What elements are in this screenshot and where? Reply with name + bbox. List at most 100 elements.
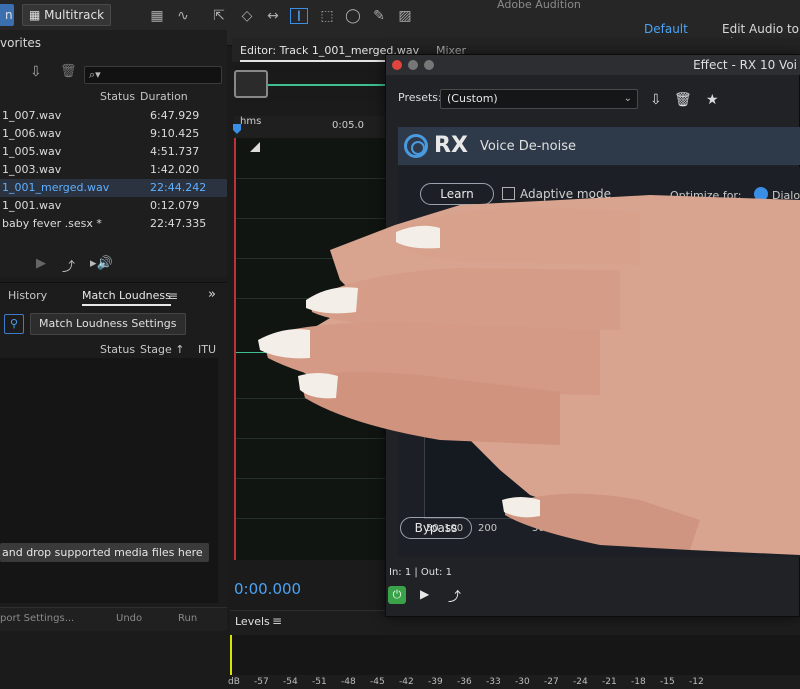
panel-menu-icon[interactable]: ≡ xyxy=(272,614,282,628)
db-tick: -33 xyxy=(486,677,501,687)
db-scale: dB -57 -54 -51 -48 -45 -42 -39 -36 -33 -… xyxy=(228,677,800,689)
expand-panels-icon[interactable]: » xyxy=(208,287,216,302)
app-title: Adobe Audition xyxy=(497,0,581,11)
slip-tool-icon[interactable]: ↔ xyxy=(264,8,282,24)
razor-tool-icon[interactable]: ◇ xyxy=(238,8,256,24)
multitrack-button[interactable]: ▦ Multitrack xyxy=(22,4,112,26)
column-itu[interactable]: ITU xyxy=(198,343,216,356)
file-row[interactable]: 1_005.wav 4:51.737 xyxy=(0,143,227,161)
column-duration[interactable]: Duration xyxy=(140,90,188,103)
search-input[interactable]: ⌕▾ xyxy=(84,66,222,84)
db-tick: -54 xyxy=(283,677,298,687)
spot-healing-tool-icon[interactable]: ▨ xyxy=(396,8,414,24)
power-toggle-icon[interactable]: ⏻ xyxy=(388,586,406,604)
frequency-view-icon[interactable]: ∿ xyxy=(174,8,192,24)
lasso-tool-icon[interactable]: ◯ xyxy=(344,8,362,24)
spectrum-display[interactable] xyxy=(424,227,800,519)
delete-preset-icon[interactable]: 🗑 xyxy=(674,92,692,108)
workspace-default[interactable]: Default xyxy=(644,22,688,36)
play-icon[interactable]: ▶ xyxy=(36,256,46,271)
file-duration: 22:47.335 xyxy=(150,217,207,230)
match-loudness-panel: History Match Loudness ≡ » ⚲ Match Loudn… xyxy=(0,282,227,607)
adaptive-mode-checkbox[interactable] xyxy=(502,187,515,200)
hud-icon[interactable] xyxy=(250,142,260,152)
freq-tick: 500 xyxy=(532,523,552,534)
file-row[interactable]: 1_003.wav 1:42.020 xyxy=(0,161,227,179)
optimize-for-label: Optimize for: xyxy=(670,189,742,202)
db-tick: -45 xyxy=(370,677,385,687)
freq-tick: 200 xyxy=(478,523,498,534)
export-settings-button[interactable]: port Settings... xyxy=(0,613,74,624)
chevron-down-icon: ⌄ xyxy=(623,93,632,104)
file-row-selected[interactable]: 1_001_merged.wav 22:44.242 xyxy=(0,179,227,197)
match-loudness-settings-button[interactable]: Match Loudness Settings xyxy=(30,313,186,335)
favorites-tab[interactable]: vorites xyxy=(0,36,41,50)
loudness-meter-icon[interactable]: ⚲ xyxy=(4,314,24,334)
bottom-left-bar: port Settings... Undo Run xyxy=(0,607,227,631)
column-stage[interactable]: Stage ↑ xyxy=(140,343,185,356)
file-name: 1_001_merged.wav xyxy=(2,181,110,194)
file-name: 1_003.wav xyxy=(2,163,62,176)
db-tick: -18 xyxy=(631,677,646,687)
minimize-window-icon[interactable] xyxy=(408,60,418,70)
presets-dropdown[interactable]: (Custom) ⌄ xyxy=(440,89,638,109)
levels-panel: Levels ≡ dB -57 -54 -51 -48 -45 -42 -39 … xyxy=(228,610,800,689)
tab-match-loudness[interactable]: Match Loudness xyxy=(82,289,171,306)
level-indicator xyxy=(230,635,232,675)
insert-icon[interactable]: ⤴ xyxy=(62,256,75,275)
waveform-mode-button[interactable]: n xyxy=(0,4,14,26)
file-row[interactable]: 1_007.wav 6:47.929 xyxy=(0,107,227,125)
file-duration: 1:42.020 xyxy=(150,163,200,176)
db-tick: -39 xyxy=(428,677,443,687)
brush-tool-icon[interactable]: ✎ xyxy=(370,8,388,24)
marquee-tool-icon[interactable]: ⬚ xyxy=(318,8,336,24)
plugin-titlebar[interactable]: Effect - RX 10 Voi xyxy=(386,55,800,75)
file-name: baby fever .sesx * xyxy=(2,217,102,230)
close-window-icon[interactable] xyxy=(392,60,402,70)
drop-zone[interactable]: and drop supported media files here xyxy=(0,358,218,603)
import-icon[interactable]: ⇩ xyxy=(30,64,42,80)
time-ruler[interactable]: hms 0:05.0 xyxy=(234,116,394,138)
optimize-radio[interactable] xyxy=(754,187,768,201)
auto-play-speaker-icon[interactable]: ▸🔊 xyxy=(90,256,113,271)
preview-play-icon[interactable]: ▶ xyxy=(420,587,429,601)
zoom-window-icon[interactable] xyxy=(424,60,434,70)
db-tick: -57 xyxy=(254,677,269,687)
column-status[interactable]: Status xyxy=(100,90,135,103)
grid-line xyxy=(236,478,388,479)
waveform-display[interactable] xyxy=(234,138,388,560)
db-tick: -15 xyxy=(660,677,675,687)
db-tick: -51 xyxy=(312,677,327,687)
trash-icon[interactable]: 🗑 xyxy=(60,64,77,79)
column-status[interactable]: Status xyxy=(100,343,135,356)
file-duration: 0:12.079 xyxy=(150,199,200,212)
tab-history[interactable]: History xyxy=(8,289,47,302)
panel-menu-icon[interactable]: ≡ xyxy=(168,289,178,303)
apply-icon[interactable]: ⤴ xyxy=(448,586,461,605)
undo-button[interactable]: Undo xyxy=(116,613,142,624)
current-time-display: 0:00.000 xyxy=(234,580,302,598)
file-duration: 6:47.929 xyxy=(150,109,200,122)
save-preset-icon[interactable]: ⇩ xyxy=(650,92,662,108)
db-tick: -12 xyxy=(689,677,704,687)
move-tool-icon[interactable]: ⇱ xyxy=(210,8,228,24)
zoom-navigator-handle[interactable] xyxy=(234,70,268,98)
file-duration: 9:10.425 xyxy=(150,127,200,140)
rx-brand: RX xyxy=(434,133,468,158)
file-row[interactable]: baby fever .sesx * 22:47.335 xyxy=(0,215,227,233)
grid-line xyxy=(236,298,388,299)
rx-header: RX Voice De-noise xyxy=(398,127,800,165)
run-button[interactable]: Run xyxy=(178,613,197,624)
adaptive-mode-label: Adaptive mode xyxy=(520,187,611,201)
favorite-star-icon[interactable]: ★ xyxy=(706,92,719,108)
grid-line xyxy=(236,258,388,259)
db-tick: -21 xyxy=(602,677,617,687)
learn-button[interactable]: Learn xyxy=(420,183,494,205)
file-row[interactable]: 1_006.wav 9:10.425 xyxy=(0,125,227,143)
time-selection-tool-icon[interactable]: I xyxy=(290,8,308,25)
spectral-view-icon[interactable]: ▦ xyxy=(148,8,166,24)
db-tick: -30 xyxy=(515,677,530,687)
bypass-button[interactable]: Bypass xyxy=(400,517,472,539)
files-panel: vorites ⇩ 🗑 ⌕▾ Status Duration 1_007.wav… xyxy=(0,30,227,277)
file-row[interactable]: 1_001.wav 0:12.079 xyxy=(0,197,227,215)
